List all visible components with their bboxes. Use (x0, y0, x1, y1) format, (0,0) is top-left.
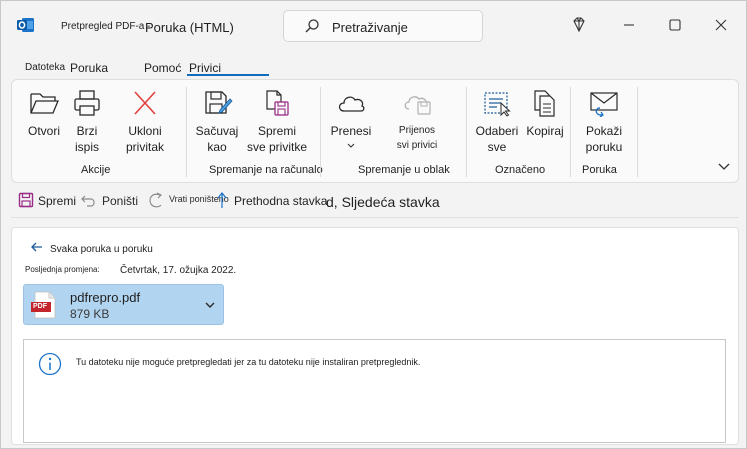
save-all-label-1: Spremi (257, 124, 296, 138)
select-all-label-1: Odaberi (475, 124, 519, 138)
tab-attachments[interactable]: Privici (189, 61, 221, 75)
window-title: Poruka (HTML) (145, 20, 234, 35)
quick-undo-button[interactable]: Poništi (102, 194, 138, 208)
ribbon-collapse-chevron-icon[interactable] (717, 161, 731, 173)
ribbon-separator (320, 87, 321, 177)
minimize-icon[interactable] (619, 15, 639, 35)
modified-value: Četvrtak, 17. ožujka 2022. (120, 265, 237, 276)
outlook-icon (17, 18, 34, 32)
remove-attachment-label-2: privitak (125, 140, 164, 154)
search-placeholder: Pretraživanje (332, 20, 408, 35)
ribbon-separator (570, 87, 571, 177)
quick-save-button[interactable]: Spremi (38, 194, 76, 208)
previous-item-button[interactable]: Prethodna stavka (234, 194, 327, 208)
group-label-message: Poruka (582, 164, 617, 176)
tab-file[interactable]: Datoteka (25, 62, 65, 73)
active-tab-indicator (187, 74, 269, 76)
show-message-label-2: poruku (585, 140, 623, 154)
open-button[interactable]: Otvori (23, 89, 65, 139)
upload-label: Prenesi (330, 124, 372, 138)
outlook-window: Pretpregled PDF-a - Poruka (HTML) Pretra… (0, 0, 747, 449)
close-icon[interactable] (711, 15, 731, 35)
maximize-icon[interactable] (665, 15, 685, 35)
search-icon (305, 19, 319, 33)
show-message-label-1: Pokaži (585, 124, 623, 138)
show-message-button[interactable]: Pokaži poruku (579, 89, 629, 155)
undo-icon (81, 195, 95, 207)
remove-x-icon (134, 91, 156, 115)
back-arrow-icon[interactable] (31, 242, 43, 252)
envelope-icon (590, 92, 618, 117)
copy-label: Kopiraj (526, 124, 564, 138)
copy-button[interactable]: Kopiraj (524, 89, 566, 139)
ribbon-separator (466, 87, 467, 177)
attachment-chevron-down-icon[interactable] (204, 300, 216, 310)
title-prefix: Pretpregled PDF-a - (61, 21, 151, 32)
tab-message[interactable]: Poruka (70, 61, 108, 75)
save-icon (18, 192, 34, 208)
cloud-icon (338, 96, 365, 112)
attachment-card[interactable]: PDF pdfrepro.pdf 879 KB (23, 284, 224, 325)
save-all-attachments-button[interactable]: Spremi sve privitke (243, 89, 311, 155)
next-item-button[interactable]: d, Sljedeća stavka (326, 194, 440, 210)
save-as-label-2: kao (207, 140, 227, 154)
ribbon-separator (637, 87, 638, 177)
back-to-message-link[interactable]: Svaka poruka u poruku (50, 244, 153, 255)
select-all-button[interactable]: Odaberi sve (472, 89, 522, 155)
remove-attachment-button[interactable]: Ukloni privitak (121, 89, 169, 155)
diamond-icon[interactable] (569, 15, 589, 35)
transfer-all-label-1: Prijenos (398, 125, 436, 136)
save-as-label-1: Sačuvaj (195, 124, 239, 138)
select-all-label-2: sve (487, 140, 507, 154)
preview-info-message: Tu datoteku nije moguće pretpregledati j… (76, 357, 421, 367)
chevron-down-icon (347, 143, 355, 148)
quick-print-button[interactable]: Brzi ispis (67, 89, 107, 155)
ribbon-separator (186, 87, 187, 177)
printer-icon (74, 90, 100, 116)
save-all-label-2: sve privitke (246, 140, 308, 154)
arrow-up-icon (217, 192, 227, 208)
transfer-all-button[interactable]: Prijenos svi privici (389, 89, 445, 153)
select-all-icon (484, 92, 511, 117)
remove-attachment-label-1: Ukloni (128, 124, 162, 138)
modified-label: Posljednja promjena: (25, 265, 100, 274)
save-all-icon (266, 90, 289, 116)
title-bar: Pretpregled PDF-a - Poruka (HTML) Pretra… (1, 1, 746, 51)
save-as-icon (205, 91, 233, 114)
copy-icon (534, 90, 555, 117)
quick-print-label-2: ispis (74, 140, 99, 154)
attachment-size: 879 KB (70, 307, 110, 321)
toolbar-divider (11, 217, 739, 218)
cloud-save-icon (404, 96, 431, 115)
info-icon (38, 352, 62, 376)
redo-icon (149, 192, 163, 208)
upload-button[interactable]: Prenesi (329, 89, 373, 149)
attachment-name: pdfrepro.pdf (70, 290, 141, 305)
group-label-selected: Označeno (495, 164, 546, 176)
save-as-button[interactable]: Sačuvaj kao (193, 89, 241, 155)
folder-open-icon (30, 93, 59, 114)
group-label-actions: Akcije (81, 164, 111, 176)
transfer-all-label-2: svi privici (396, 140, 438, 151)
search-box[interactable]: Pretraživanje (283, 10, 483, 42)
preview-info-box: Tu datoteku nije moguće pretpregledati j… (23, 339, 726, 443)
pdf-badge: PDF (33, 303, 47, 310)
group-label-save-computer: Spremanje na računalo (209, 164, 323, 176)
open-label: Otvori (27, 124, 60, 138)
tab-help[interactable]: Pomoć (144, 61, 181, 75)
quick-print-label-1: Brzi (76, 124, 98, 138)
group-label-save-cloud: Spremanje u oblak (358, 164, 450, 176)
